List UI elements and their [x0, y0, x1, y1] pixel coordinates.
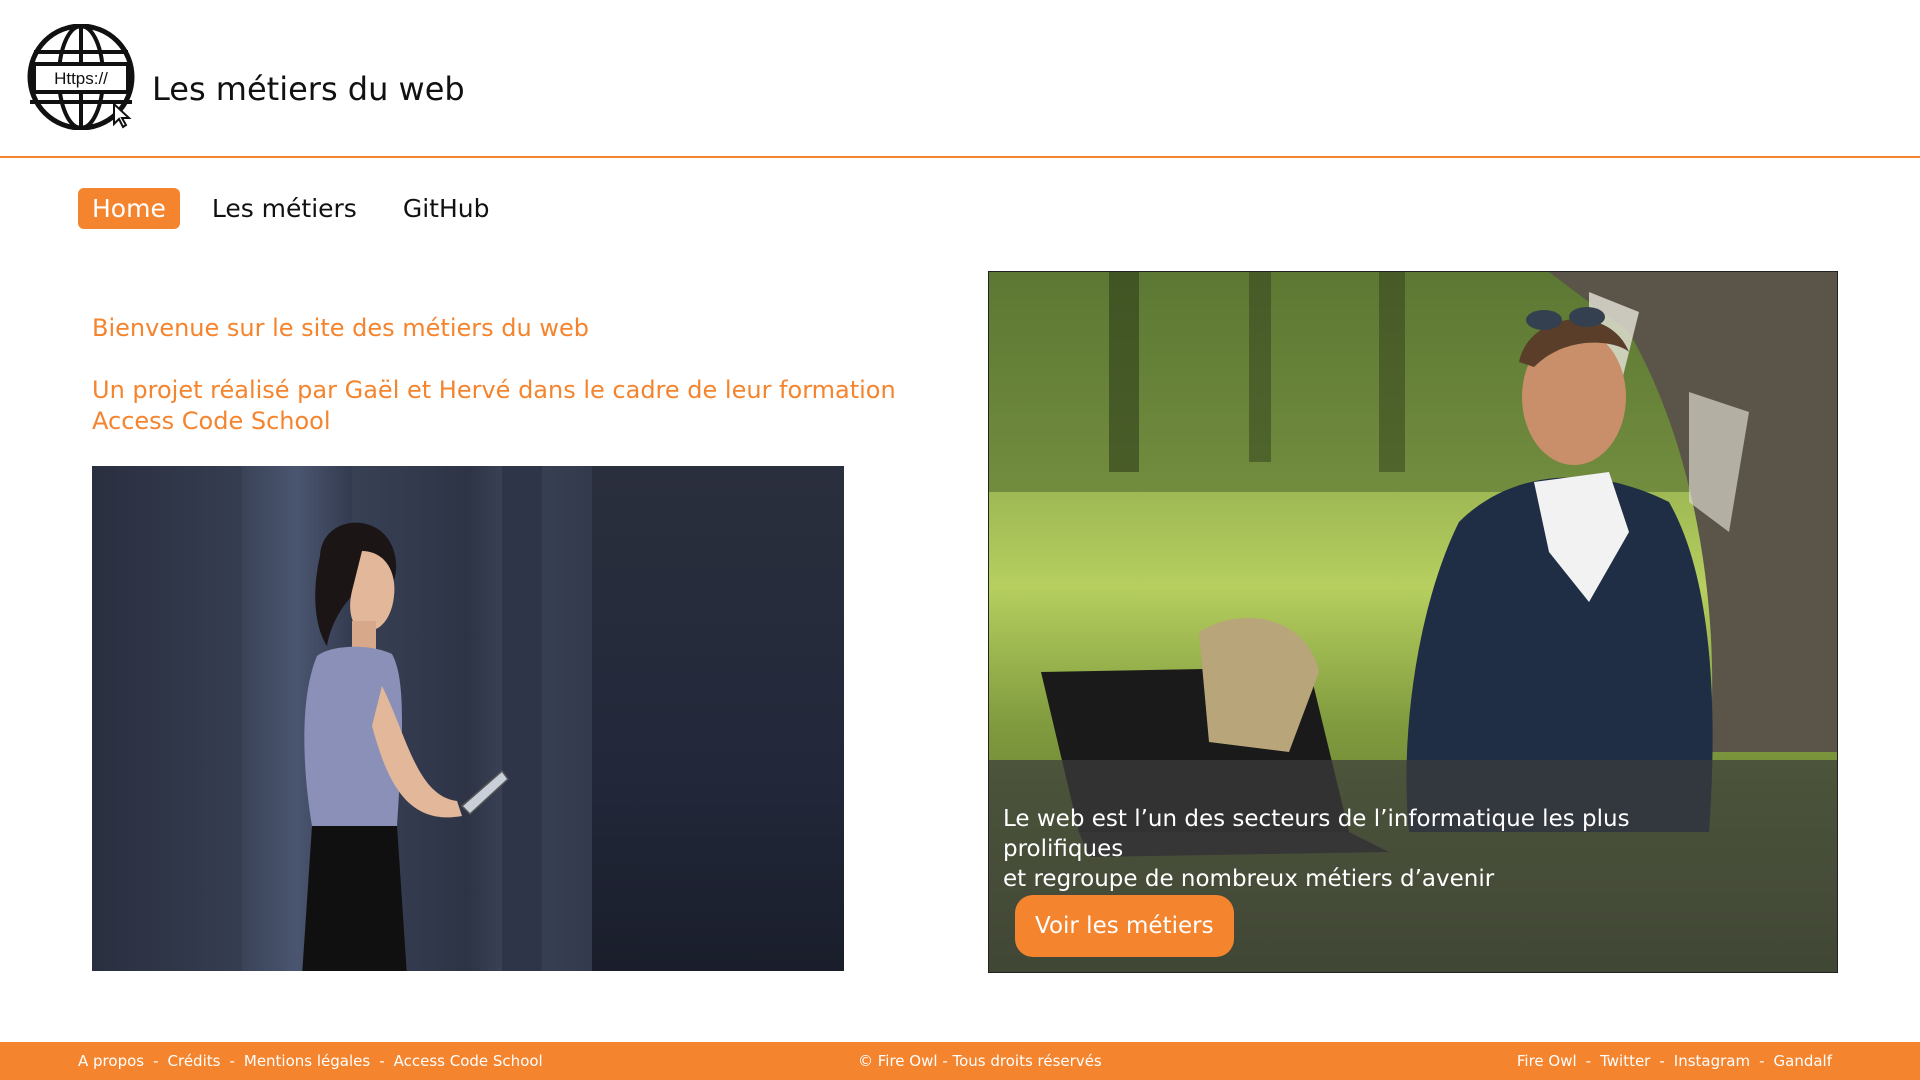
project-description: Un projet réalisé par Gaël et Hervé dans… [92, 376, 896, 435]
logo-text: Https:// [54, 69, 108, 88]
footer-separator: - [379, 1052, 385, 1070]
footer-separator: - [229, 1052, 235, 1070]
woman-tablet-photo [92, 466, 844, 971]
footer-link-fire-owl[interactable]: Fire Owl [1517, 1052, 1577, 1070]
footer-link-mentions-legales[interactable]: Mentions légales [244, 1052, 370, 1070]
footer-link-access-code-school[interactable]: Access Code School [394, 1052, 543, 1070]
footer-link-a-propos[interactable]: A propos [78, 1052, 144, 1070]
site-footer: A propos - Crédits - Mentions légales - … [0, 1042, 1920, 1080]
footer-link-twitter[interactable]: Twitter [1600, 1052, 1650, 1070]
nav-item-home[interactable]: Home [78, 187, 180, 229]
footer-right-links: Fire Owl - Twitter - Instagram - Gandalf [1517, 1052, 1832, 1070]
site-title: Les métiers du web [152, 70, 465, 108]
footer-link-instagram[interactable]: Instagram [1674, 1052, 1750, 1070]
globe-icon: Https:// [27, 23, 135, 131]
hero-card: Le web est l’un des secteurs de l’inform… [988, 271, 1838, 973]
globe-https-logo[interactable]: Https:// [24, 23, 138, 131]
footer-left-links: A propos - Crédits - Mentions légales - … [78, 1052, 543, 1070]
hero-caption-line-2: et regroupe de nombreux métiers d’avenir [1003, 866, 1495, 892]
hero-caption: Le web est l’un des secteurs de l’inform… [1003, 804, 1723, 894]
main-nav: Home Les métiers GitHub [78, 185, 521, 231]
woman-figure [302, 522, 510, 971]
voir-les-metiers-button[interactable]: Voir les métiers [1015, 895, 1234, 957]
footer-separator: - [1659, 1052, 1665, 1070]
footer-copyright: © Fire Owl - Tous droits réservés [858, 1052, 1102, 1070]
footer-link-credits[interactable]: Crédits [168, 1052, 221, 1070]
nav-item-github[interactable]: GitHub [389, 188, 504, 229]
welcome-heading: Bienvenue sur le site des métiers du web [92, 314, 589, 342]
footer-separator: - [1759, 1052, 1765, 1070]
footer-separator: - [1585, 1052, 1592, 1070]
footer-link-gandalf[interactable]: Gandalf [1774, 1052, 1832, 1070]
site-header: Https:// Les métiers du web [0, 0, 1920, 158]
nav-item-les-metiers[interactable]: Les métiers [198, 188, 371, 229]
hero-caption-line-1: Le web est l’un des secteurs de l’inform… [1003, 806, 1630, 862]
footer-separator: - [153, 1052, 159, 1070]
